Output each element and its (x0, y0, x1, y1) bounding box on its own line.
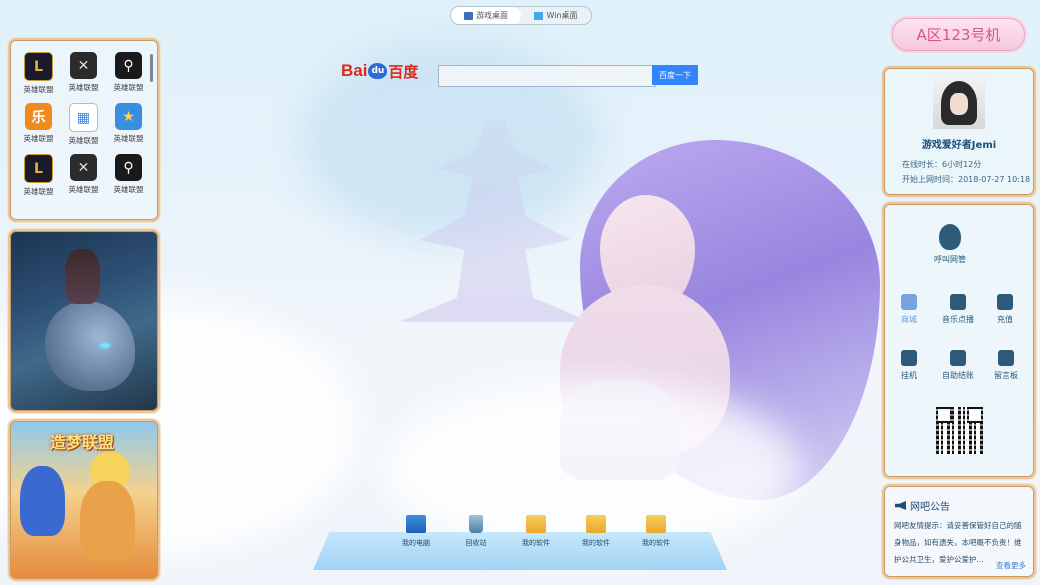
recycle-bin-icon (469, 515, 483, 533)
idle-lock-button[interactable]: 挂机 (901, 350, 917, 381)
announcement-title: 网吧公告 (895, 498, 950, 513)
lol-icon: L (24, 154, 53, 183)
desktop-switch: 游戏桌面 Win桌面 (450, 6, 592, 25)
music-button[interactable]: 音乐点播 (942, 294, 974, 325)
alien-icon (939, 224, 961, 250)
app-shortcut[interactable]: L 英雄联盟 (16, 52, 61, 95)
app-shortcut[interactable]: ▦ 英雄联盟 (61, 103, 106, 146)
megaphone-icon (895, 501, 906, 510)
wolf-illustration (45, 301, 135, 391)
folder-icon (646, 515, 666, 533)
app-shortcut[interactable]: ⚲ 英雄联盟 (106, 154, 151, 197)
online-duration: 在线时长：6小时12分 (902, 160, 982, 169)
windows-icon (534, 11, 544, 20)
app-shortcut[interactable]: ★ 英雄联盟 (106, 103, 151, 146)
crossfire-icon: ✕ (70, 154, 97, 181)
shop-icon: ▦ (69, 103, 98, 132)
view-more-link[interactable]: 查看更多 (996, 560, 1026, 571)
dock-items: 我的电脑 回收站 我的软件 我的软件 我的软件 (386, 515, 686, 548)
folder-icon (526, 515, 546, 533)
lock-icon (901, 350, 917, 366)
recycle-bin-shortcut[interactable]: 回收站 (446, 515, 506, 548)
app-shortcut[interactable]: ✕ 英雄联盟 (61, 154, 106, 197)
scrollbar[interactable] (150, 54, 153, 82)
crossfire-icon: ✕ (70, 52, 97, 79)
software-folder-shortcut[interactable]: 我的软件 (506, 515, 566, 548)
folder-icon (586, 515, 606, 533)
start-time: 开始上网时间：2018-07-27 10:18 (902, 175, 1031, 184)
lol-icon: L (24, 52, 53, 81)
machine-number-badge: A区123号机 (892, 18, 1025, 51)
baidu-paw-icon: du (368, 63, 388, 79)
avatar (933, 77, 985, 129)
call-admin-button[interactable]: 呼叫网管 (934, 224, 966, 265)
app-shortcut[interactable]: ✕ 英雄联盟 (61, 52, 106, 95)
self-checkout-button[interactable]: 自助结账 (942, 350, 974, 381)
message-board-button[interactable]: 留言板 (994, 350, 1018, 381)
game-desktop-icon (464, 11, 473, 20)
baidu-logo: Bai du 百度 (341, 61, 419, 81)
counter-strike-icon: ⚲ (115, 52, 142, 79)
toy-game-icon: ★ (115, 103, 142, 130)
money-bag-icon (997, 294, 1013, 310)
software-folder-shortcut[interactable]: 我的软件 (566, 515, 626, 548)
game-logo: 造梦联盟 (50, 433, 115, 452)
recharge-button[interactable]: 充值 (997, 294, 1013, 325)
game-shortcuts-panel: L 英雄联盟 ✕ 英雄联盟 ⚲ 英雄联盟 乐英雄联盟 ▦ 英雄联盟 ★ 英雄联盟 L 英雄联… (8, 38, 160, 222)
my-computer-shortcut[interactable]: 我的电脑 (386, 515, 446, 548)
computer-icon (406, 515, 426, 533)
tools-panel: 呼叫网管 商城 音乐点播 充值 挂机 自助结账 留言板 (882, 202, 1036, 479)
search-button[interactable]: 百度一下 (652, 65, 698, 85)
app-shortcut[interactable]: ⚲ 英雄联盟 (106, 52, 151, 95)
character-illustration (20, 466, 65, 536)
qr-code-icon (936, 407, 983, 454)
app-shortcut[interactable]: 乐英雄联盟 (16, 103, 61, 146)
user-nickname: 游戏爱好者Jemi (921, 140, 997, 151)
game-ad-banner-2[interactable]: 造梦联盟 (8, 419, 160, 581)
headphones-icon (950, 294, 966, 310)
search-input[interactable] (438, 65, 656, 87)
basket-icon (901, 294, 917, 310)
app-shortcut[interactable]: L 英雄联盟 (16, 154, 61, 197)
user-profile-panel: 游戏爱好者Jemi 在线时长：6小时12分 开始上网时间：2018-07-27 … (882, 66, 1036, 197)
wallet-icon (950, 350, 966, 366)
chat-bubble-icon (998, 350, 1014, 366)
game-desktop-tab[interactable]: 游戏桌面 (451, 7, 521, 24)
shop-button[interactable]: 商城 (901, 294, 917, 325)
fun-game-icon: 乐 (25, 103, 52, 130)
counter-strike-icon: ⚲ (115, 154, 142, 181)
software-folder-shortcut[interactable]: 我的软件 (626, 515, 686, 548)
baidu-search: Bai du 百度 百度一下 (341, 56, 698, 87)
win-desktop-tab[interactable]: Win桌面 (521, 7, 591, 24)
game-desktop-label: 游戏桌面 (476, 11, 508, 20)
win-desktop-label: Win桌面 (546, 11, 578, 20)
game-ad-banner-1[interactable] (8, 229, 160, 413)
hero-illustration (65, 249, 100, 304)
character-illustration (80, 481, 135, 561)
announcement-panel: 网吧公告 网吧友情提示：请妥善保管好自己的随身物品，如有遗失，本吧概不负责！维护… (882, 484, 1036, 579)
